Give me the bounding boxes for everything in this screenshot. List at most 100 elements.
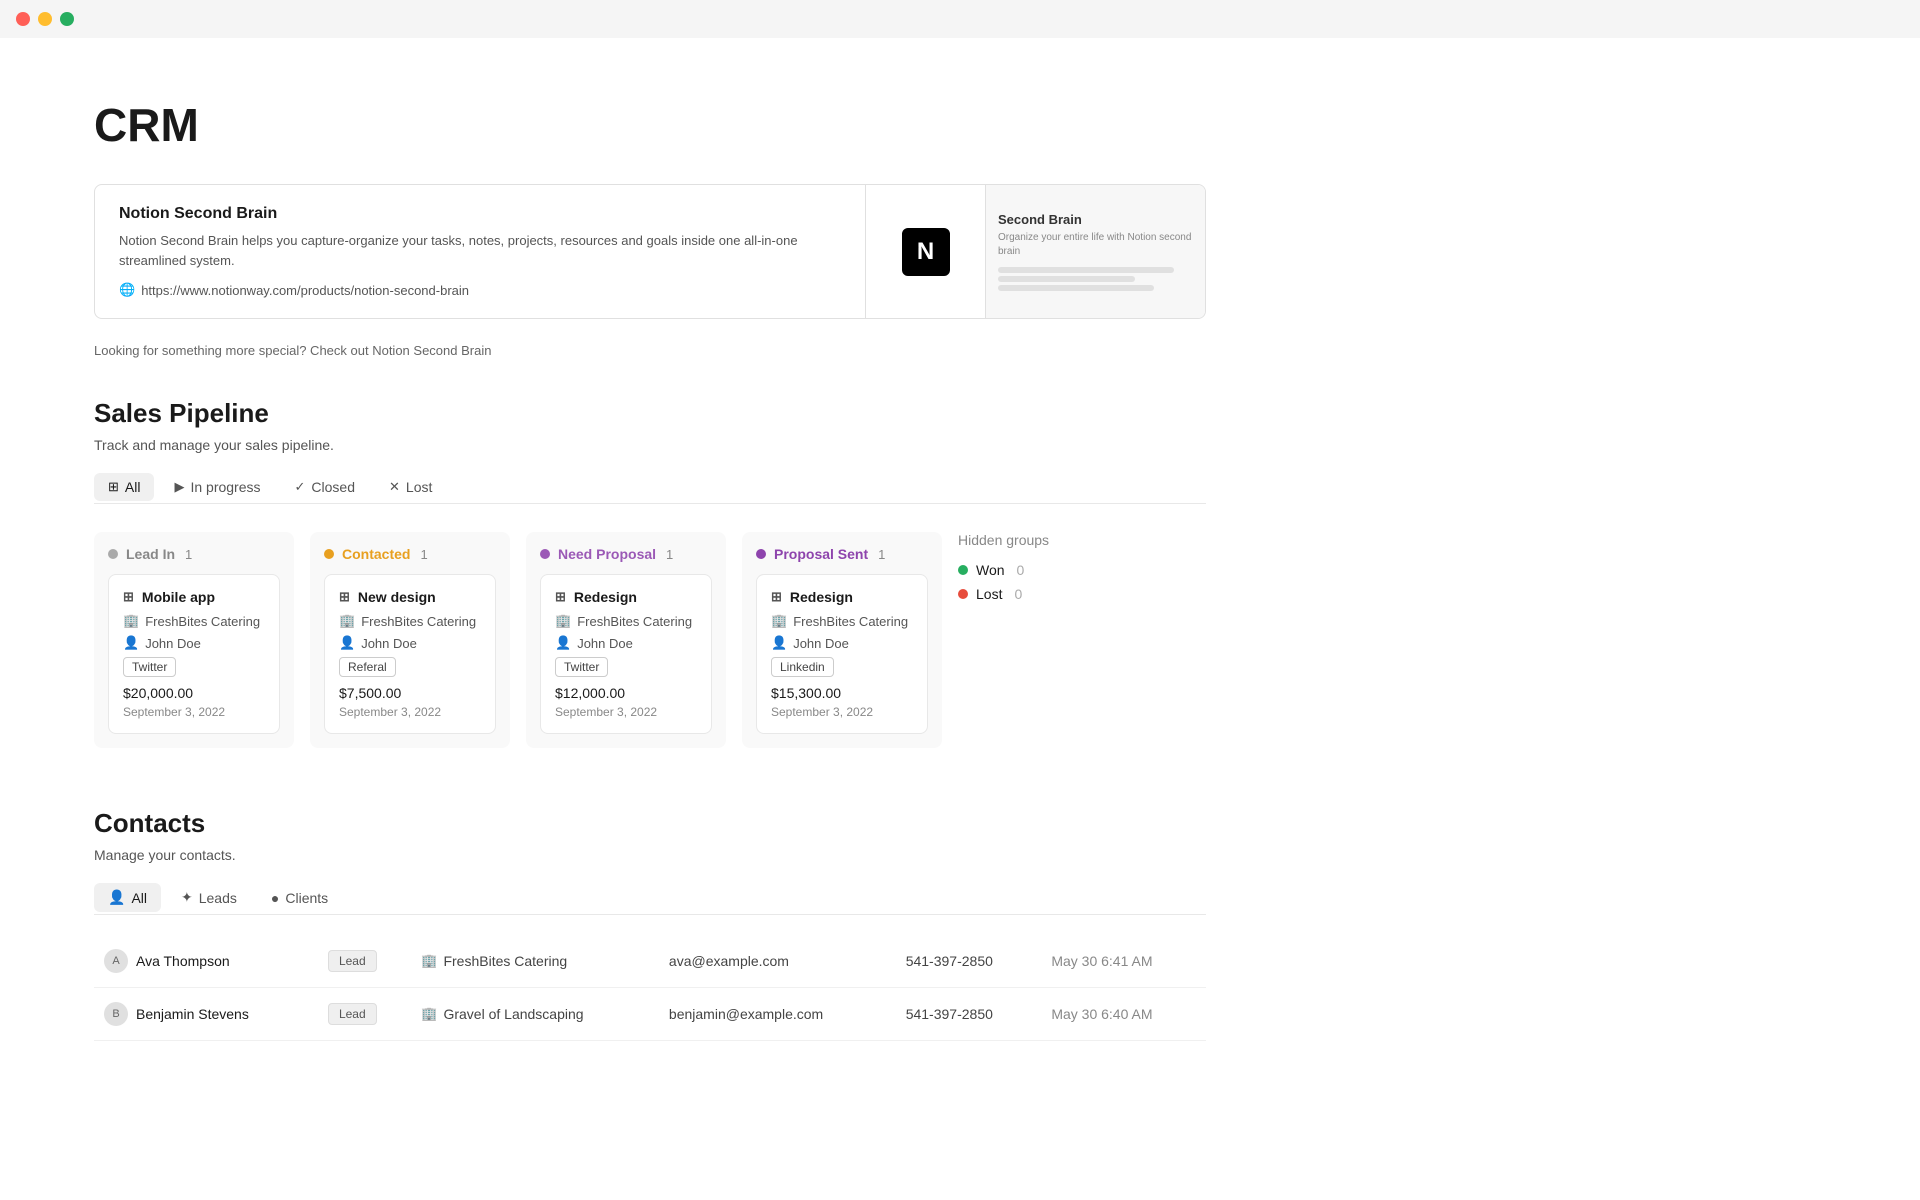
lead-in-dot bbox=[108, 549, 118, 559]
contact-phone-benjamin: 541-397-2850 bbox=[896, 988, 1042, 1041]
tab-closed[interactable]: ✓ Closed bbox=[281, 473, 370, 501]
need-proposal-dot bbox=[540, 549, 550, 559]
contacts-tab-all-label: All bbox=[131, 890, 147, 906]
contact-avatar-ava: A bbox=[104, 949, 128, 973]
contact-email-benjamin: benjamin@example.com bbox=[659, 988, 896, 1041]
card-source-badge-redesign-ps: Linkedin bbox=[771, 657, 834, 677]
card-source-badge-new-design: Referal bbox=[339, 657, 396, 677]
page-title: CRM bbox=[94, 98, 1206, 152]
person-icon-4: 👤 bbox=[771, 635, 787, 651]
tab-all[interactable]: ⊞ All bbox=[94, 473, 154, 501]
contact-row-benjamin[interactable]: B Benjamin Stevens Lead 🏢 Gravel of Land… bbox=[94, 988, 1206, 1041]
card-flag-icon: ⊞ bbox=[123, 589, 134, 605]
card-person-redesign-np: 👤 John Doe bbox=[555, 635, 697, 651]
notion-icon: N bbox=[902, 228, 950, 276]
contacts-tab-clients-label: Clients bbox=[285, 890, 328, 906]
column-header-contacted: Contacted 1 bbox=[324, 546, 496, 562]
pipeline-column-need-proposal: Need Proposal 1 ⊞ Redesign 🏢 FreshBites … bbox=[526, 532, 726, 748]
tab-lost-icon: ✕ bbox=[389, 479, 400, 495]
column-header-lead-in: Lead In 1 bbox=[108, 546, 280, 562]
card-company-redesign-np: 🏢 FreshBites Catering bbox=[555, 613, 697, 629]
card-company-text-4: FreshBites Catering bbox=[793, 614, 908, 629]
promo-preview-subtitle: Organize your entire life with Notion se… bbox=[998, 231, 1193, 259]
contacts-tab-leads-icon: ✦ bbox=[181, 889, 193, 906]
contact-row-ava[interactable]: A Ava Thompson Lead 🏢 FreshBites Caterin… bbox=[94, 935, 1206, 988]
need-proposal-title: Need Proposal bbox=[558, 546, 656, 562]
titlebar bbox=[0, 0, 1920, 38]
card-date-redesign-ps: September 3, 2022 bbox=[771, 705, 913, 719]
card-date-redesign-np: September 3, 2022 bbox=[555, 705, 697, 719]
need-proposal-count: 1 bbox=[666, 547, 673, 562]
contact-name-text-benjamin: Benjamin Stevens bbox=[136, 1006, 249, 1022]
tab-in-progress-icon: ▶ bbox=[174, 479, 184, 495]
minimize-button[interactable] bbox=[38, 12, 52, 26]
card-amount-redesign-np: $12,000.00 bbox=[555, 685, 697, 701]
promo-card-image: N Second Brain Organize your entire life… bbox=[865, 185, 1205, 318]
contact-avatar-benjamin: B bbox=[104, 1002, 128, 1026]
pipeline-column-contacted: Contacted 1 ⊞ New design 🏢 FreshBites Ca… bbox=[310, 532, 510, 748]
promo-card-desc: Notion Second Brain helps you capture-or… bbox=[119, 231, 841, 270]
contact-date-ava: May 30 6:41 AM bbox=[1041, 935, 1206, 988]
card-title-text-3: Redesign bbox=[574, 589, 637, 605]
pipeline-card-redesign-ps[interactable]: ⊞ Redesign 🏢 FreshBites Catering 👤 John … bbox=[756, 574, 928, 734]
lead-in-title: Lead In bbox=[126, 546, 175, 562]
card-title-new-design: ⊞ New design bbox=[339, 589, 481, 605]
card-title-redesign-ps: ⊞ Redesign bbox=[771, 589, 913, 605]
tab-lost-label: Lost bbox=[406, 479, 432, 495]
pipeline-card-redesign-np[interactable]: ⊞ Redesign 🏢 FreshBites Catering 👤 John … bbox=[540, 574, 712, 734]
contacts-tabs: 👤 All ✦ Leads ● Clients bbox=[94, 883, 1206, 915]
promo-bar-2 bbox=[998, 276, 1135, 282]
contact-company-text-benjamin: Gravel of Landscaping bbox=[443, 1006, 583, 1022]
pipeline-card-new-design[interactable]: ⊞ New design 🏢 FreshBites Catering 👤 Joh… bbox=[324, 574, 496, 734]
contact-company-text-ava: FreshBites Catering bbox=[443, 953, 567, 969]
card-title-text-4: Redesign bbox=[790, 589, 853, 605]
promo-card: Notion Second Brain Notion Second Brain … bbox=[94, 184, 1206, 319]
tab-lost[interactable]: ✕ Lost bbox=[375, 473, 446, 501]
card-person-text-3: John Doe bbox=[577, 636, 633, 651]
promo-link-text: https://www.notionway.com/products/notio… bbox=[141, 283, 469, 298]
contacts-tab-leads[interactable]: ✦ Leads bbox=[167, 883, 251, 912]
card-company-text-3: FreshBites Catering bbox=[577, 614, 692, 629]
hidden-group-won: Won 0 bbox=[958, 562, 1138, 578]
contacts-tab-all[interactable]: 👤 All bbox=[94, 883, 161, 912]
contact-company-benjamin: 🏢 Gravel of Landscaping bbox=[421, 1006, 649, 1022]
close-button[interactable] bbox=[16, 12, 30, 26]
contacted-dot bbox=[324, 549, 334, 559]
promo-preview: Second Brain Organize your entire life w… bbox=[986, 200, 1205, 303]
card-amount-new-design: $7,500.00 bbox=[339, 685, 481, 701]
hidden-groups-title: Hidden groups bbox=[958, 532, 1138, 548]
card-title-text-2: New design bbox=[358, 589, 436, 605]
pipeline-column-proposal-sent: Proposal Sent 1 ⊞ Redesign 🏢 FreshBites … bbox=[742, 532, 942, 748]
card-source-badge-redesign-np: Twitter bbox=[555, 657, 608, 677]
contact-company-ava: 🏢 FreshBites Catering bbox=[421, 953, 649, 969]
contact-email-ava: ava@example.com bbox=[659, 935, 896, 988]
maximize-button[interactable] bbox=[60, 12, 74, 26]
contact-name-benjamin: B Benjamin Stevens bbox=[104, 1002, 308, 1026]
hidden-groups-column: Hidden groups Won 0 Lost 0 bbox=[958, 532, 1138, 610]
contacts-table: A Ava Thompson Lead 🏢 FreshBites Caterin… bbox=[94, 935, 1206, 1041]
contacts-tab-clients[interactable]: ● Clients bbox=[257, 883, 342, 912]
promo-card-link[interactable]: 🌐 https://www.notionway.com/products/not… bbox=[119, 282, 841, 298]
tab-in-progress[interactable]: ▶ In progress bbox=[160, 473, 274, 501]
hidden-group-lost: Lost 0 bbox=[958, 586, 1138, 602]
main-content: CRM Notion Second Brain Notion Second Br… bbox=[0, 38, 1300, 1101]
tab-in-progress-label: In progress bbox=[190, 479, 260, 495]
card-person-text-2: John Doe bbox=[361, 636, 417, 651]
card-title-mobile-app: ⊞ Mobile app bbox=[123, 589, 265, 605]
sales-pipeline-section: Sales Pipeline Track and manage your sal… bbox=[94, 398, 1206, 748]
card-title-redesign-np: ⊞ Redesign bbox=[555, 589, 697, 605]
pipeline-board: Lead In 1 ⊞ Mobile app 🏢 FreshBites Cate… bbox=[94, 532, 1206, 748]
promo-card-title: Notion Second Brain bbox=[119, 205, 841, 223]
proposal-sent-title: Proposal Sent bbox=[774, 546, 868, 562]
card-person-text: John Doe bbox=[145, 636, 201, 651]
tab-closed-icon: ✓ bbox=[295, 479, 306, 495]
contact-name-text-ava: Ava Thompson bbox=[136, 953, 230, 969]
pipeline-card-mobile-app[interactable]: ⊞ Mobile app 🏢 FreshBites Catering 👤 Joh… bbox=[108, 574, 280, 734]
card-company-text: FreshBites Catering bbox=[145, 614, 260, 629]
building-icon-4: 🏢 bbox=[771, 613, 787, 629]
card-company-mobile-app: 🏢 FreshBites Catering bbox=[123, 613, 265, 629]
building-icon: 🏢 bbox=[123, 613, 139, 629]
contact-badge-ava: Lead bbox=[328, 950, 377, 972]
contact-name-ava: A Ava Thompson bbox=[104, 949, 308, 973]
contacts-tab-clients-icon: ● bbox=[271, 890, 279, 906]
